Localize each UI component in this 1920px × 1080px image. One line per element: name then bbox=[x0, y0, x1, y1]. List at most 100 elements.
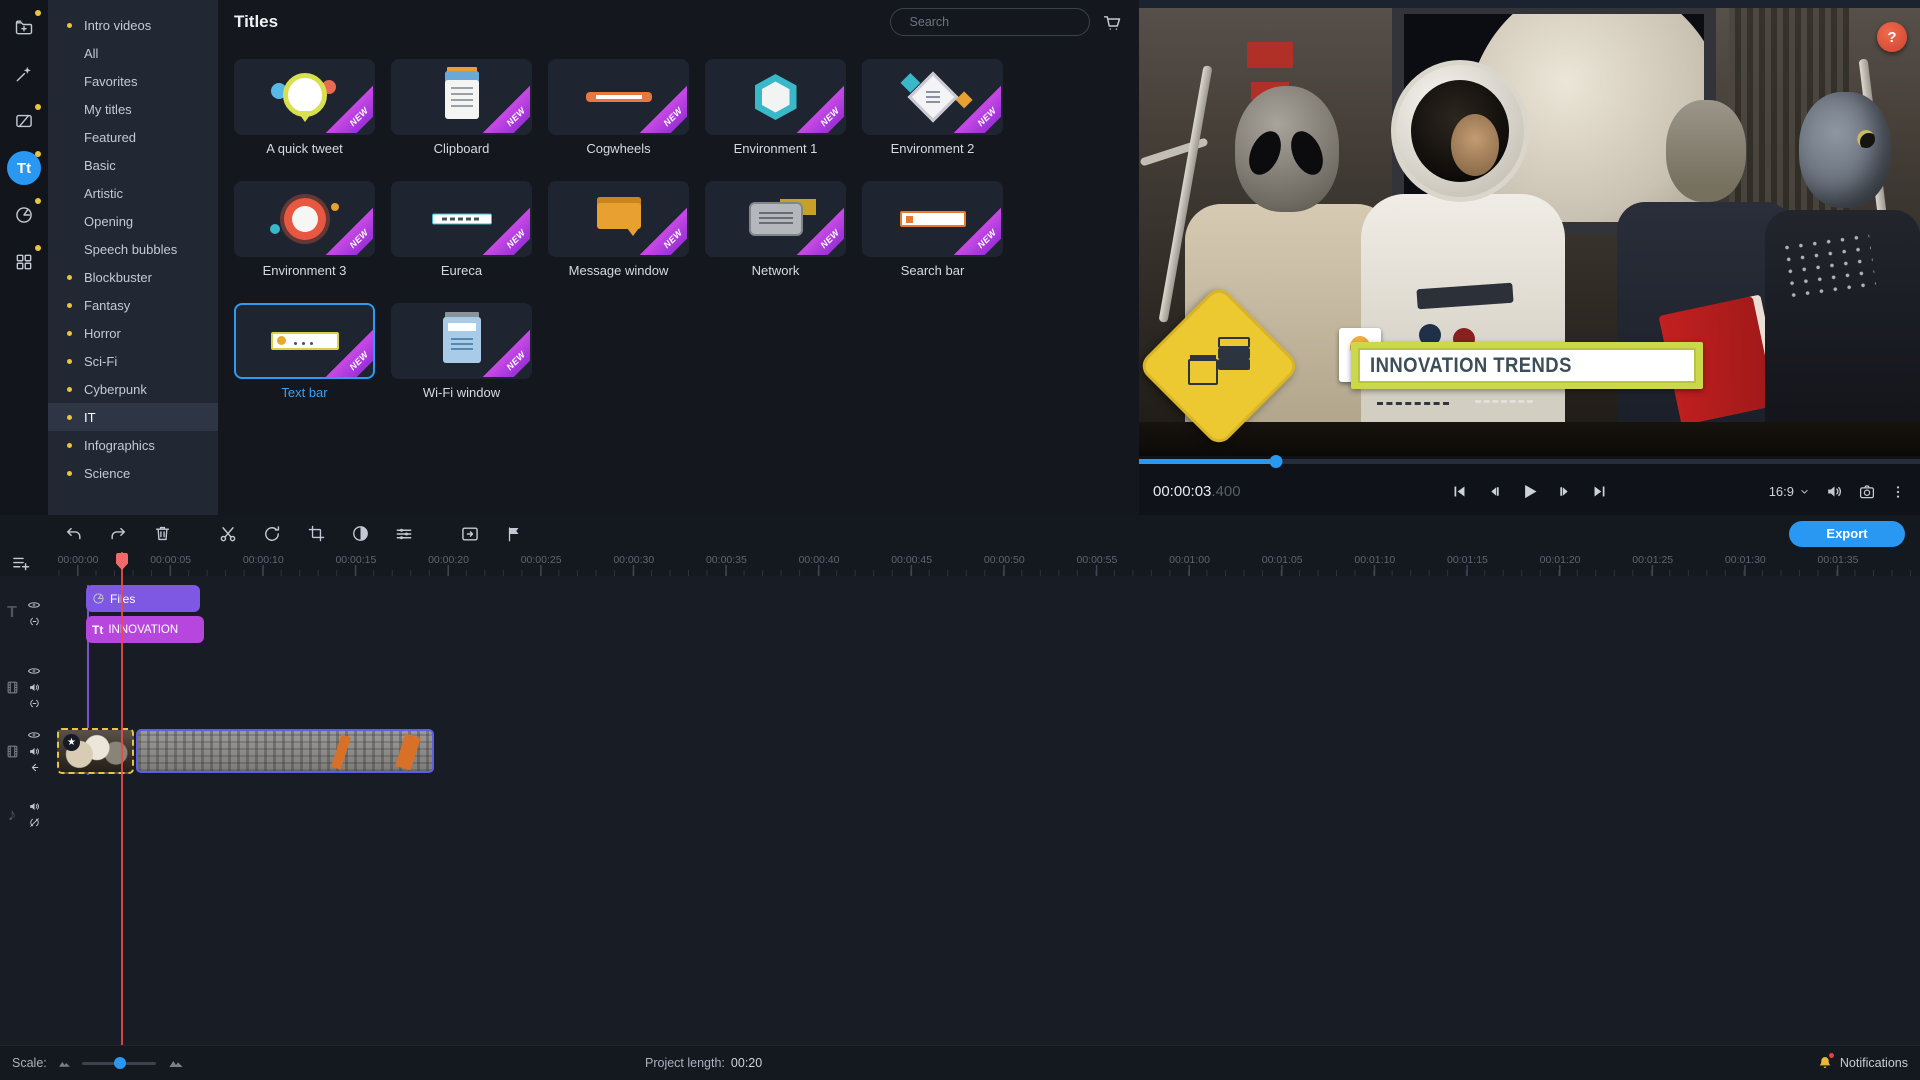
title-tile-message-window[interactable]: NEWMessage window bbox=[548, 181, 689, 278]
seek-handle[interactable] bbox=[1269, 455, 1282, 468]
sidebar-item-fantasy[interactable]: Fantasy bbox=[48, 291, 218, 319]
tile-thumbnail[interactable]: NEW bbox=[862, 59, 1003, 135]
title-tile-search-bar[interactable]: NEWSearch bar bbox=[862, 181, 1003, 278]
title-tile-text-bar[interactable]: NEWText bar bbox=[234, 303, 375, 400]
timeline-tracks: T bbox=[0, 576, 1920, 1045]
notifications-button[interactable]: Notifications bbox=[1817, 1055, 1908, 1071]
sidebar-item-favorites[interactable]: Favorites bbox=[48, 67, 218, 95]
title-tile-environment-3[interactable]: NEWEnvironment 3 bbox=[234, 181, 375, 278]
ruler-tick-label: 00:00:35 bbox=[706, 554, 747, 566]
sidebar-item-science[interactable]: Science bbox=[48, 459, 218, 487]
undo-button[interactable] bbox=[62, 522, 86, 546]
title-tile-cogwheels[interactable]: NEWCogwheels bbox=[548, 59, 689, 156]
preview-menu-button[interactable] bbox=[1890, 484, 1906, 500]
video-clip-2[interactable] bbox=[136, 729, 434, 773]
sidebar-item-it[interactable]: IT bbox=[48, 403, 218, 431]
title-tile-environment-1[interactable]: NEWEnvironment 1 bbox=[705, 59, 846, 156]
titles-button[interactable]: Tt bbox=[7, 151, 41, 185]
servers-folder-icon bbox=[1188, 337, 1250, 395]
tile-thumbnail[interactable]: NEW bbox=[862, 181, 1003, 257]
title-track-visibility-toggle[interactable] bbox=[27, 598, 41, 612]
playhead[interactable] bbox=[121, 552, 123, 1045]
zoom-out-mountain-icon[interactable] bbox=[57, 1057, 72, 1070]
sidebar-item-opening[interactable]: Opening bbox=[48, 207, 218, 235]
sidebar-item-sci-fi[interactable]: Sci-Fi bbox=[48, 347, 218, 375]
search-input[interactable] bbox=[910, 15, 1071, 29]
sidebar-item-horror[interactable]: Horror bbox=[48, 319, 218, 347]
tile-thumbnail[interactable]: NEW bbox=[548, 181, 689, 257]
previous-frame-button[interactable] bbox=[1482, 479, 1508, 505]
add-track-button[interactable] bbox=[11, 553, 31, 573]
sidebar-item-artistic[interactable]: Artistic bbox=[48, 179, 218, 207]
store-cart-button[interactable] bbox=[1102, 12, 1123, 33]
title-clip-files[interactable]: Files bbox=[86, 585, 200, 612]
sidebar-item-my-titles[interactable]: My titles bbox=[48, 95, 218, 123]
next-frame-button[interactable] bbox=[1552, 479, 1578, 505]
play-button[interactable] bbox=[1517, 479, 1543, 505]
title-tile-environment-2[interactable]: NEWEnvironment 2 bbox=[862, 59, 1003, 156]
volume-button[interactable] bbox=[1825, 482, 1844, 501]
snapshot-button[interactable] bbox=[1858, 483, 1876, 501]
cut-button[interactable] bbox=[216, 522, 240, 546]
sidebar-item-infographics[interactable]: Infographics bbox=[48, 431, 218, 459]
seek-bar[interactable] bbox=[1139, 456, 1920, 468]
sidebar-item-intro-videos[interactable]: Intro videos bbox=[48, 11, 218, 39]
tile-thumbnail[interactable]: NEW bbox=[705, 181, 846, 257]
export-button[interactable]: Export bbox=[1789, 521, 1905, 547]
more-tools-button[interactable] bbox=[7, 245, 41, 279]
title-track-link-toggle[interactable] bbox=[28, 615, 41, 628]
marker-flag-button[interactable] bbox=[502, 522, 526, 546]
audio-track-link-toggle[interactable] bbox=[28, 816, 41, 829]
transitions-button[interactable] bbox=[7, 104, 41, 138]
crop-button[interactable] bbox=[304, 522, 328, 546]
sidebar-item-blockbuster[interactable]: Blockbuster bbox=[48, 263, 218, 291]
tile-thumbnail[interactable]: NEW bbox=[391, 303, 532, 379]
color-adjustments-button[interactable] bbox=[348, 522, 372, 546]
clip-properties-button[interactable] bbox=[392, 522, 416, 546]
title-tile-a-quick-tweet[interactable]: NEWA quick tweet bbox=[234, 59, 375, 156]
skip-to-start-button[interactable] bbox=[1447, 479, 1473, 505]
overlay-track-visibility-toggle[interactable] bbox=[27, 664, 41, 678]
tile-thumbnail[interactable]: NEW bbox=[234, 303, 375, 379]
scale-slider-handle[interactable] bbox=[114, 1057, 126, 1069]
help-button[interactable]: ? bbox=[1877, 22, 1907, 52]
sidebar-item-speech-bubbles[interactable]: Speech bubbles bbox=[48, 235, 218, 263]
filters-button[interactable] bbox=[7, 57, 41, 91]
tile-thumbnail[interactable]: NEW bbox=[391, 181, 532, 257]
video-track-mute-toggle[interactable] bbox=[28, 745, 41, 758]
overlay-track-link-toggle[interactable] bbox=[28, 697, 41, 710]
stickers-button[interactable] bbox=[7, 198, 41, 232]
title-tile-wi-fi-window[interactable]: NEWWi-Fi window bbox=[391, 303, 532, 400]
tile-thumbnail[interactable]: NEW bbox=[705, 59, 846, 135]
title-tile-eureca[interactable]: NEWEureca bbox=[391, 181, 532, 278]
tile-thumbnail[interactable]: NEW bbox=[391, 59, 532, 135]
title-tile-clipboard[interactable]: NEWClipboard bbox=[391, 59, 532, 156]
aspect-ratio-select[interactable]: 16:9 bbox=[1769, 484, 1811, 499]
sidebar-item-basic[interactable]: Basic bbox=[48, 151, 218, 179]
title-tile-network[interactable]: NEWNetwork bbox=[705, 181, 846, 278]
scale-slider[interactable] bbox=[82, 1056, 156, 1070]
video-track-arrow-button[interactable] bbox=[28, 761, 41, 774]
redo-button[interactable] bbox=[106, 522, 130, 546]
eye-icon bbox=[27, 664, 41, 678]
audio-track-mute-toggle[interactable] bbox=[28, 800, 41, 813]
skip-to-end-button[interactable] bbox=[1587, 479, 1613, 505]
tile-thumbnail[interactable]: NEW bbox=[548, 59, 689, 135]
overlay-track-mute-toggle[interactable] bbox=[28, 681, 41, 694]
rotate-button[interactable] bbox=[260, 522, 284, 546]
overlay-button[interactable] bbox=[458, 522, 482, 546]
ruler-tick-label: 00:00:10 bbox=[243, 554, 284, 566]
search-bar[interactable] bbox=[890, 8, 1090, 36]
sidebar-item-cyberpunk[interactable]: Cyberpunk bbox=[48, 375, 218, 403]
tile-thumbnail[interactable]: NEW bbox=[234, 181, 375, 257]
timeline-ruler[interactable]: 00:00:0000:00:0500:00:1000:00:1500:00:20… bbox=[48, 552, 1920, 576]
sidebar-item-featured[interactable]: Featured bbox=[48, 123, 218, 151]
sidebar-item-all[interactable]: All bbox=[48, 39, 218, 67]
title-clip-innovation[interactable]: Tt INNOVATION bbox=[86, 616, 204, 643]
file-import-button[interactable] bbox=[7, 10, 41, 44]
video-track-visibility-toggle[interactable] bbox=[27, 728, 41, 742]
sticker-icon bbox=[92, 592, 105, 605]
tile-thumbnail[interactable]: NEW bbox=[234, 59, 375, 135]
delete-button[interactable] bbox=[150, 522, 174, 546]
zoom-in-mountain-icon[interactable] bbox=[166, 1055, 186, 1071]
